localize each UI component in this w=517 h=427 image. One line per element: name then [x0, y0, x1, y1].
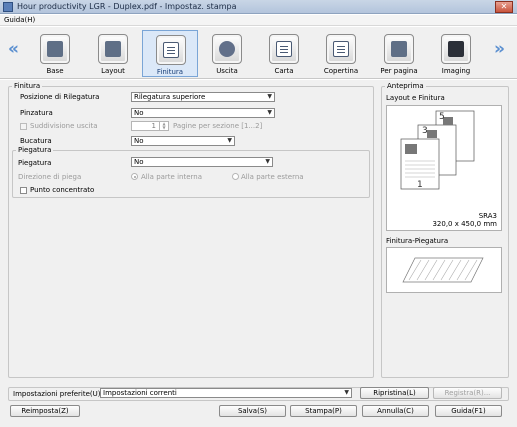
- spin-arrows-icon[interactable]: ▲ ▼: [159, 122, 168, 130]
- bucatura-label: Bucatura: [20, 137, 52, 145]
- dialog-footer: Impostazioni preferite(U) Impostazioni c…: [0, 385, 517, 427]
- piegatura-select[interactable]: No ▼: [131, 157, 273, 167]
- piegatura-preview: [386, 247, 502, 293]
- page-number-5: 5: [439, 112, 445, 122]
- pinzatura-select[interactable]: No ▼: [131, 108, 275, 118]
- pagine-spinner[interactable]: 1 ▲ ▼: [131, 121, 169, 131]
- tab-carta[interactable]: Carta: [256, 30, 312, 77]
- thumbnail-icon: [427, 130, 437, 138]
- posizione-rilegatura-value: Rilegatura superiore: [134, 93, 206, 101]
- esterna-label: Alla parte esterna: [241, 173, 304, 181]
- base-icon: [40, 34, 70, 64]
- printer-icon: [3, 2, 13, 12]
- tab-base[interactable]: Base: [27, 30, 83, 77]
- tab-label: Imaging: [441, 67, 471, 75]
- preferite-value: Impostazioni correnti: [103, 389, 177, 397]
- finitura-legend: Finitura: [14, 82, 41, 90]
- tab-finitura[interactable]: Finitura: [142, 30, 198, 77]
- scroll-left-icon[interactable]: «: [8, 39, 19, 59]
- piegatura-legend: Piegatura: [18, 146, 52, 154]
- esterna-radio[interactable]: [232, 173, 239, 180]
- scroll-right-icon[interactable]: »: [494, 39, 505, 59]
- tab-per-pagina[interactable]: Per pagina: [371, 30, 427, 77]
- bucatura-value: No: [134, 137, 144, 145]
- tab-label: Per pagina: [380, 67, 418, 75]
- registra-button[interactable]: Registra(R)...: [433, 387, 502, 399]
- pinzatura-label: Pinzatura: [20, 109, 53, 117]
- tab-label: Base: [46, 67, 64, 75]
- tab-imaging[interactable]: Imaging: [428, 30, 484, 77]
- carta-icon: [269, 34, 299, 64]
- close-button[interactable]: ✕: [495, 1, 513, 13]
- guida-button[interactable]: Guida(F1): [435, 405, 502, 417]
- imaging-icon: [441, 34, 471, 64]
- punto-concentrato-label: Punto concentrato: [30, 186, 95, 194]
- anteprima-legend: Anteprima: [387, 82, 424, 90]
- uscita-icon: [212, 34, 242, 64]
- paper-size: 320,0 x 450,0 mm: [432, 220, 497, 228]
- tab-copertina[interactable]: Copertina: [313, 30, 369, 77]
- tab-label: Layout: [101, 67, 125, 75]
- interna-label: Alla parte interna: [141, 173, 202, 181]
- tab-label: Uscita: [216, 67, 238, 75]
- stampa-button[interactable]: Stampa(P): [290, 405, 357, 417]
- chevron-down-icon: ▼: [344, 389, 349, 396]
- suddivisione-checkbox[interactable]: [20, 123, 27, 130]
- chevron-down-icon: ▼: [267, 93, 272, 100]
- bucatura-select[interactable]: No ▼: [131, 136, 235, 146]
- layout-finitura-label: Layout e Finitura: [386, 94, 445, 102]
- thumbnail-icon: [405, 144, 417, 154]
- finitura-icon: [156, 35, 186, 65]
- copertina-icon: [326, 34, 356, 64]
- interna-radio[interactable]: [131, 173, 138, 180]
- pagine-value: 1: [151, 122, 156, 130]
- tab-label: Carta: [274, 67, 294, 75]
- salva-button[interactable]: Salva(S): [219, 405, 286, 417]
- layout-preview: 5 3 1 SRA3 320,0 x 450,0 mm: [386, 105, 502, 231]
- settings-area: Finitura Posizione di Rilegatura Rilegat…: [0, 80, 517, 385]
- posizione-rilegatura-select[interactable]: Rilegatura superiore ▼: [131, 92, 275, 102]
- finitura-piegatura-label: Finitura-Piegatura: [386, 237, 449, 245]
- chevron-down-icon: ▼: [227, 137, 232, 144]
- chevron-down-icon: ▼: [265, 158, 270, 165]
- per-pagina-icon: [384, 34, 414, 64]
- menu-guida[interactable]: Guida(H): [4, 16, 35, 24]
- tab-label: Copertina: [323, 67, 359, 75]
- punto-concentrato-checkbox[interactable]: [20, 187, 27, 194]
- posizione-rilegatura-label: Posizione di Rilegatura: [20, 93, 100, 101]
- menubar: Guida(H): [0, 15, 517, 26]
- tab-toolbar: « Base Layout Finitura Uscita Carta Cope…: [0, 27, 517, 79]
- pinzatura-value: No: [134, 109, 144, 117]
- piegatura-label: Piegatura: [18, 159, 52, 167]
- preferite-select[interactable]: Impostazioni correnti ▼: [100, 388, 352, 398]
- layout-icon: [98, 34, 128, 64]
- window-title: Hour productivity LGR - Duplex.pdf - Imp…: [17, 2, 237, 11]
- piegatura-value: No: [134, 158, 144, 166]
- suddivisione-label: Suddivisione uscita: [30, 122, 98, 130]
- chevron-down-icon: ▼: [267, 109, 272, 116]
- tab-label: Finitura: [156, 68, 184, 76]
- paper-name: SRA3: [478, 212, 497, 220]
- page-number-3: 3: [422, 126, 428, 136]
- pagine-per-sezione-label: Pagine per sezione [1...2]: [173, 122, 263, 130]
- window-titlebar: Hour productivity LGR - Duplex.pdf - Imp…: [0, 0, 517, 14]
- tab-uscita[interactable]: Uscita: [199, 30, 255, 77]
- page-number-1: 1: [417, 180, 423, 190]
- tab-layout[interactable]: Layout: [85, 30, 141, 77]
- preferite-label: Impostazioni preferite(U): [13, 390, 101, 398]
- ripristina-button[interactable]: Ripristina(L): [360, 387, 429, 399]
- folded-sheet-illustration: [402, 257, 484, 283]
- annulla-button[interactable]: Annulla(C): [362, 405, 429, 417]
- direzione-piega-label: Direzione di piega: [18, 173, 82, 181]
- reimposta-button[interactable]: Reimposta(Z): [10, 405, 80, 417]
